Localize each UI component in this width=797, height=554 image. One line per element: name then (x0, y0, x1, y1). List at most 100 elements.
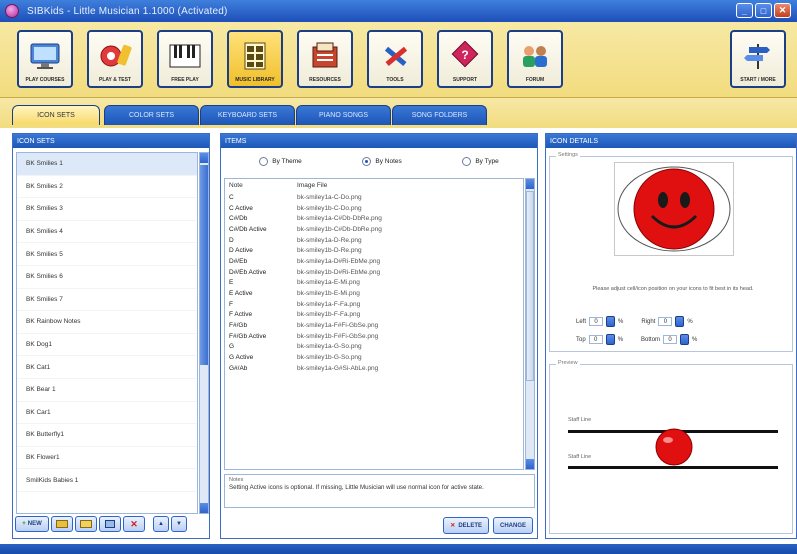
radio-dot[interactable] (259, 156, 269, 166)
column-note[interactable]: Note (225, 182, 297, 189)
tab-icon-sets[interactable]: ICON SETS (12, 105, 100, 125)
radio-dot[interactable] (462, 156, 472, 166)
delete-button[interactable]: ✕ DELETE (443, 517, 489, 534)
list-item[interactable]: BK Smilies 6 (17, 266, 197, 289)
list-item[interactable]: SmilKids Babies 1 (17, 469, 197, 492)
scroll-up-icon[interactable] (526, 179, 534, 189)
list-item[interactable]: BK Smilies 7 (17, 289, 197, 312)
arrow-down-icon: ▼ (176, 521, 182, 527)
list-item[interactable]: BK Smilies 1 (17, 153, 197, 176)
top-spinner: Top 0 % (576, 334, 623, 345)
icon-details-panel: ICON DETAILS Settings Please adjust cell… (545, 133, 797, 539)
folder-button[interactable] (51, 516, 73, 532)
table-row[interactable]: Ebk-smiley1a-E-Mi.png (225, 278, 523, 289)
right-value-input[interactable]: 0 (658, 317, 673, 326)
table-row[interactable]: E Active bk-smiley1b-E-Mi.png (225, 288, 523, 299)
list-item[interactable]: BK Bear 1 (17, 379, 197, 402)
list-item[interactable]: BK Smilies 2 (17, 176, 197, 199)
tab-keyboard-sets[interactable]: KEYBOARD SETS (200, 105, 295, 125)
left-value-input[interactable]: 0 (589, 317, 604, 326)
support-button[interactable]: ? SUPPORT (437, 30, 493, 88)
image-file-cell: bk-smiley1b-G-So.png (297, 354, 362, 362)
table-row[interactable]: C Active bk-smiley1b-C-Do.png (225, 203, 523, 214)
plus-icon: + (22, 521, 26, 527)
table-row[interactable]: F#/Gb Active bk-smiley1b-F#Fi-GbSe.png (225, 331, 523, 342)
change-button[interactable]: CHANGE (492, 517, 533, 534)
free-play-button[interactable]: FREE PLAY (157, 30, 213, 88)
edit-button[interactable] (99, 516, 121, 532)
image-file-cell: bk-smiley1a-C#Db-DbRe.png (297, 215, 382, 223)
items-panel: ITEMS By Theme By Notes By Type Note Ima… (220, 133, 538, 539)
list-item[interactable]: BK Dog1 (17, 334, 197, 357)
minimize-icon[interactable]: _ (736, 3, 753, 18)
table-row[interactable]: G#/Ab bk-smiley1a-G#Si-AbLe.png (225, 363, 523, 374)
folder-icon (56, 520, 68, 528)
folder-open-button[interactable] (75, 516, 97, 532)
spin-button[interactable] (680, 334, 690, 345)
icon-sets-scrollbar[interactable] (199, 152, 209, 514)
radio-by-theme[interactable]: By Theme (259, 156, 302, 166)
column-image-file[interactable]: Image File (297, 182, 523, 189)
items-grid: Note Image File Cbk-smiley1a-C-Do.png C A… (224, 178, 524, 470)
move-down-button[interactable]: ▼ (171, 516, 187, 532)
play-courses-button[interactable]: PLAY COURSES (17, 30, 73, 88)
note-cell: D#/Eb Active (229, 268, 267, 276)
scroll-down-icon[interactable] (200, 503, 208, 513)
spin-button[interactable] (606, 316, 616, 327)
forum-button[interactable]: FORUM (507, 30, 563, 88)
table-row[interactable]: Dbk-smiley1a-D-Re.png (225, 235, 523, 246)
table-row[interactable]: Gbk-smiley1a-G-So.png (225, 342, 523, 353)
items-header: ITEMS (221, 134, 537, 148)
image-file-cell: bk-smiley1b-C#Db-DbRe.png (297, 225, 382, 233)
music-library-button[interactable]: MUSIC LIBRARY (227, 30, 283, 88)
margin-row-2: Top 0 % Bottom 0 % (576, 334, 697, 345)
tools-button[interactable]: TOOLS (367, 30, 423, 88)
spin-button[interactable] (605, 334, 615, 345)
tab-piano-songs[interactable]: PIANO SONGS (296, 105, 391, 125)
radio-dot[interactable] (362, 156, 372, 166)
close-icon[interactable]: ✕ (774, 3, 791, 18)
radio-by-notes[interactable]: By Notes (362, 156, 402, 166)
play-test-button[interactable]: PLAY & TEST (87, 30, 143, 88)
tab-color-sets[interactable]: COLOR SETS (104, 105, 199, 125)
resources-button[interactable]: RESOURCES (297, 30, 353, 88)
list-item[interactable]: BK Smilies 4 (17, 221, 197, 244)
spin-button[interactable] (675, 316, 685, 327)
image-file-cell: bk-smiley1b-D#Ri-EbMe.png (297, 268, 381, 276)
move-up-button[interactable]: ▲ (153, 516, 169, 532)
new-button[interactable]: + NEW (15, 516, 49, 532)
list-item[interactable]: BK Cat1 (17, 356, 197, 379)
table-row[interactable]: D#/Eb Active bk-smiley1b-D#Ri-EbMe.png (225, 267, 523, 278)
table-row[interactable]: D Active bk-smiley1b-D-Re.png (225, 245, 523, 256)
items-scrollbar[interactable] (525, 178, 535, 470)
radio-by-type[interactable]: By Type (462, 156, 499, 166)
maximize-icon[interactable]: □ (755, 3, 772, 18)
list-item[interactable]: BK Smilies 3 (17, 198, 197, 221)
list-item[interactable]: BK Butterfly1 (17, 424, 197, 447)
note-cell: F Active (229, 311, 253, 319)
bottom-value-input[interactable]: 0 (663, 335, 678, 344)
list-item[interactable]: BK Flower1 (17, 447, 197, 470)
scroll-thumb[interactable] (526, 191, 534, 381)
note-cell: F#/Gb (229, 322, 248, 330)
table-row[interactable]: Fbk-smiley1a-F-Fa.png (225, 299, 523, 310)
monitor-icon (28, 41, 62, 71)
list-item[interactable]: BK Rainbow Notes (17, 311, 197, 334)
note-ball-icon[interactable] (654, 428, 694, 466)
start-more-button[interactable]: START / MORE (730, 30, 786, 88)
table-row[interactable]: D#/Eb bk-smiley1a-D#Ri-EbMe.png (225, 256, 523, 267)
table-row[interactable]: F Active bk-smiley1b-F-Fa.png (225, 310, 523, 321)
tab-song-folders[interactable]: SONG FOLDERS (392, 105, 487, 125)
list-item[interactable]: BK Smilies 5 (17, 243, 197, 266)
scroll-up-icon[interactable] (200, 153, 208, 163)
table-row[interactable]: C#/Db Active bk-smiley1b-C#Db-DbRe.png (225, 224, 523, 235)
top-value-input[interactable]: 0 (588, 335, 603, 344)
scroll-thumb[interactable] (200, 165, 208, 365)
delete-set-button[interactable]: ✕ (123, 516, 145, 532)
table-row[interactable]: G Active bk-smiley1b-G-So.png (225, 352, 523, 363)
list-item[interactable]: BK Car1 (17, 402, 197, 425)
table-row[interactable]: Cbk-smiley1a-C-Do.png (225, 192, 523, 203)
table-row[interactable]: F#/Gb bk-smiley1a-F#Fi-GbSe.png (225, 320, 523, 331)
scroll-down-icon[interactable] (526, 459, 534, 469)
table-row[interactable]: C#/Db bk-smiley1a-C#Db-DbRe.png (225, 213, 523, 224)
